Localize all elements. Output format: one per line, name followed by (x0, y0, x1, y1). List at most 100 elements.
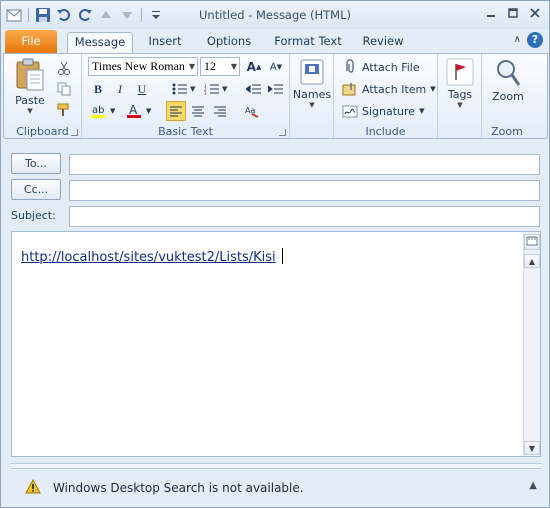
tags-button[interactable]: Tags ▼ (442, 58, 478, 109)
attach-item-button[interactable]: Attach Item ▼ (342, 81, 436, 97)
scroll-up-icon[interactable]: ▲ (524, 254, 540, 268)
underline-icon[interactable]: U (132, 79, 152, 99)
paste-button[interactable]: Paste ▼ (10, 58, 50, 115)
collapse-ribbon-icon[interactable]: ∧ (514, 34, 521, 45)
ruler-toggle-icon[interactable] (524, 234, 540, 250)
attach-file-button[interactable]: Attach File (342, 59, 420, 75)
subject-label: Subject: (11, 209, 56, 222)
align-left-icon[interactable] (166, 101, 186, 121)
align-right-icon[interactable] (210, 101, 230, 121)
group-basic-text: Times New Roman ▼ 12 ▼ A ▲ A ▼ B I U ▼ 123… (82, 54, 290, 140)
paste-label: Paste (15, 94, 45, 107)
increase-indent-icon[interactable] (266, 79, 286, 99)
font-color-dropdown-icon[interactable]: ▼ (146, 107, 151, 115)
attach-item-dropdown-icon: ▼ (430, 85, 436, 93)
close-icon[interactable] (527, 6, 543, 20)
signature-button[interactable]: Signature ▼ (342, 103, 424, 119)
attach-item-icon (342, 83, 356, 96)
decrease-indent-icon[interactable] (244, 79, 264, 99)
signature-label: Signature (362, 104, 416, 118)
font-name-value: Times New Roman (92, 59, 185, 73)
font-name-select[interactable]: Times New Roman ▼ (88, 57, 198, 76)
tab-file[interactable]: File (5, 30, 57, 53)
outlook-message-window: Untitled - Message (HTML) File Message I… (0, 0, 550, 508)
attach-file-label: Attach File (362, 60, 420, 74)
body-hyperlink[interactable]: http://localhost/sites/vuktest2/Lists/Ki… (21, 250, 276, 265)
copy-icon[interactable] (54, 79, 74, 99)
minimize-icon[interactable] (483, 6, 499, 20)
include-group-label: Include (365, 125, 406, 138)
cc-input[interactable] (69, 180, 540, 201)
shrink-font-icon[interactable]: A ▼ (266, 57, 286, 77)
font-color-icon[interactable]: A (124, 101, 144, 121)
format-painter-icon[interactable] (54, 100, 74, 120)
ribbon-tabs: File Message Insert Options Format Text … (1, 29, 549, 53)
to-input[interactable] (69, 154, 540, 175)
bullets-dropdown-icon[interactable]: ▼ (190, 85, 195, 93)
info-bar-message: Windows Desktop Search is not available. (53, 481, 304, 495)
message-body-editor[interactable]: http://localhost/sites/vuktest2/Lists/Ki… (11, 231, 541, 457)
group-names: Names ▼ (290, 54, 334, 140)
basic-text-group-label: Basic Text (158, 125, 213, 138)
font-size-value: 12 (204, 59, 216, 73)
highlight-dropdown-icon[interactable]: ▼ (110, 107, 115, 115)
svg-text:3: 3 (204, 91, 207, 95)
to-button[interactable]: To... (11, 153, 61, 174)
group-include: Attach File Attach Item ▼ Signature ▼ In… (334, 54, 438, 140)
clear-formatting-icon[interactable]: Aa (242, 101, 262, 121)
clipboard-group-label: Clipboard (16, 125, 69, 138)
numbering-dropdown-icon[interactable]: ▼ (222, 85, 227, 93)
zoom-label: Zoom (492, 90, 524, 103)
group-clipboard: Paste ▼ Clipboard (4, 54, 82, 140)
paperclip-icon (346, 59, 354, 73)
cc-button[interactable]: Cc... (11, 179, 61, 200)
grow-font-icon[interactable]: A ▲ (244, 57, 264, 77)
basic-text-launcher-icon[interactable] (279, 129, 286, 136)
help-icon[interactable]: ? (527, 32, 543, 48)
tab-format-text[interactable]: Format Text (269, 32, 347, 53)
expand-infobar-icon[interactable]: ▲ (529, 480, 537, 491)
subject-input[interactable] (69, 206, 540, 227)
font-dropdown-icon: ▼ (188, 62, 195, 71)
cut-icon[interactable] (54, 58, 74, 78)
restore-icon[interactable] (505, 6, 521, 20)
title-bar: Untitled - Message (HTML) (1, 1, 549, 29)
zoom-group-label: Zoom (491, 125, 523, 138)
align-center-icon[interactable] (188, 101, 208, 121)
tags-dropdown-icon: ▼ (457, 101, 463, 109)
zoom-button[interactable]: Zoom (488, 58, 528, 103)
paste-dropdown-icon[interactable]: ▼ (27, 107, 32, 115)
font-size-select[interactable]: 12 ▼ (200, 57, 240, 76)
window-controls (483, 6, 543, 20)
warning-icon (25, 478, 41, 497)
italic-icon[interactable]: I (110, 79, 130, 99)
splitter[interactable] (11, 463, 541, 469)
window-title: Untitled - Message (HTML) (199, 8, 351, 22)
svg-text:A: A (129, 103, 138, 117)
highlight-icon[interactable]: ab (88, 101, 108, 121)
text-cursor (281, 248, 283, 264)
tab-message[interactable]: Message (67, 32, 133, 53)
bold-icon[interactable]: B (88, 79, 108, 99)
bullets-icon[interactable] (170, 79, 190, 99)
numbering-icon[interactable]: 123 (202, 79, 222, 99)
info-bar: Windows Desktop Search is not available.… (1, 471, 549, 507)
ribbon: Paste ▼ Clipboard Times New Roman ▼ 12 ▼… (3, 53, 548, 140)
tab-insert[interactable]: Insert (141, 32, 189, 53)
tab-review[interactable]: Review (355, 32, 411, 53)
tags-label: Tags (447, 88, 473, 101)
names-dropdown-icon: ▼ (309, 101, 315, 109)
flag-icon (446, 58, 474, 86)
vertical-scrollbar[interactable]: ▲ ▼ (523, 232, 540, 456)
clipboard-launcher-icon[interactable] (71, 129, 78, 136)
svg-text:ab: ab (92, 105, 104, 116)
magnifier-icon (497, 60, 521, 86)
scroll-down-icon[interactable]: ▼ (524, 441, 540, 455)
attach-item-label: Attach Item (362, 82, 427, 96)
names-button[interactable]: Names ▼ (292, 58, 332, 109)
size-dropdown-icon: ▼ (230, 62, 237, 71)
svg-text:Aa: Aa (245, 106, 255, 115)
tab-options[interactable]: Options (199, 32, 259, 53)
names-label: Names (292, 88, 332, 101)
group-zoom: Zoom Zoom (482, 54, 532, 140)
